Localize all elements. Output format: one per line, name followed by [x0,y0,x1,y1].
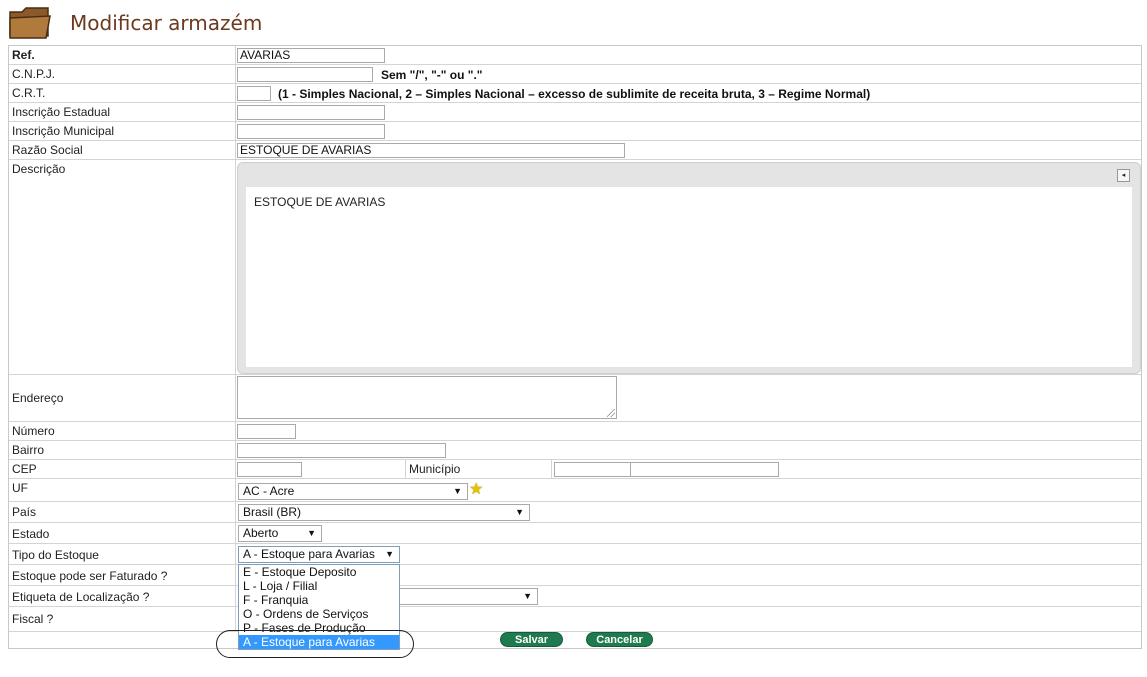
row-faturado: Estoque pode ser Faturado ? [9,565,1141,586]
selection-highlight-outline [216,630,414,658]
row-bairro: Bairro [9,441,1141,460]
chevron-down-icon: ▼ [523,591,532,601]
tipo-estoque-option[interactable]: O - Ordens de Serviços [239,607,399,621]
descricao-label: Descrição [12,162,66,176]
endereco-textarea[interactable] [237,376,617,419]
row-crt: C.R.T. (1 - Simples Nacional, 2 – Simple… [9,84,1141,103]
row-razao-social: Razão Social ESTOQUE DE AVARIAS [9,141,1141,160]
estado-selected: Aberto [243,526,279,540]
page-title: Modificar armazém [70,11,263,35]
inscricao-municipal-label: Inscrição Municipal [12,124,115,138]
cnpj-label: C.N.P.J. [12,67,56,81]
row-estado: Estado Aberto ▼ [9,523,1141,544]
row-tipo-estoque: Tipo do Estoque A - Estoque para Avarias… [9,544,1141,565]
uf-selected: AC - Acre [243,484,295,498]
tipo-estoque-option[interactable]: L - Loja / Filial [239,579,399,593]
bairro-label: Bairro [12,443,45,457]
page-header: Modificar armazém [6,4,606,42]
uf-select[interactable]: AC - Acre ▼ [238,483,468,500]
municipio-code-input[interactable] [554,462,631,477]
faturado-label: Estoque pode ser Faturado ? [12,569,168,583]
razao-social-label: Razão Social [12,143,83,157]
row-uf: UF AC - Acre ▼ [9,479,1141,502]
cep-divider [405,460,406,479]
row-etiqueta: Etiqueta de Localização ? ▼ [9,586,1141,607]
cep-input[interactable] [237,462,302,477]
cancel-button[interactable]: Cancelar [586,632,653,647]
warehouse-form: Ref. AVARIAS C.N.P.J. Sem "/", "-" ou ".… [8,45,1142,650]
numero-label: Número [12,424,55,438]
row-cnpj: C.N.P.J. Sem "/", "-" ou "." [9,65,1141,84]
collapse-toolbar-icon[interactable]: ◂ [1117,169,1130,182]
pais-selected: Brasil (BR) [243,505,302,519]
chevron-down-icon: ▼ [515,507,524,517]
cnpj-hint: Sem "/", "-" ou "." [381,68,483,82]
descricao-editor: ◂ ESTOQUE DE AVARIAS [237,162,1141,374]
fiscal-label: Fiscal ? [12,612,54,626]
inscricao-municipal-input[interactable] [237,124,385,139]
razao-social-input[interactable]: ESTOQUE DE AVARIAS [237,143,625,158]
uf-label: UF [12,481,28,495]
bairro-input[interactable] [237,443,446,458]
estado-select[interactable]: Aberto ▼ [238,525,322,542]
tipo-estoque-selected: A - Estoque para Avarias [243,547,375,561]
inscricao-estadual-label: Inscrição Estadual [12,105,111,119]
ref-label: Ref. [12,48,35,62]
crt-label: C.R.T. [12,86,46,100]
pais-select[interactable]: Brasil (BR) ▼ [238,504,530,521]
cep-label: CEP [12,462,37,476]
crt-input[interactable] [237,86,271,101]
descricao-text: ESTOQUE DE AVARIAS [254,195,386,209]
crt-hint: (1 - Simples Nacional, 2 – Simples Nacio… [278,87,871,101]
star-icon[interactable]: ★ [469,482,483,498]
row-cep: CEP Município [9,460,1141,479]
municipio-label: Município [409,462,461,476]
ref-input[interactable]: AVARIAS [237,48,385,63]
inscricao-estadual-input[interactable] [237,105,385,120]
tipo-estoque-option[interactable]: E - Estoque Deposito [239,565,399,579]
resize-grip-icon[interactable] [607,409,615,417]
row-inscricao-municipal: Inscrição Municipal [9,122,1141,141]
tipo-estoque-option[interactable]: F - Franquia [239,593,399,607]
tipo-estoque-label: Tipo do Estoque [12,548,99,562]
pais-label: País [12,505,37,519]
row-ref: Ref. AVARIAS [9,46,1141,65]
chevron-down-icon: ▼ [385,549,394,559]
numero-input[interactable] [237,424,296,439]
municipio-name-input[interactable] [630,462,779,477]
row-pais: País Brasil (BR) ▼ [9,502,1141,523]
endereco-label: Endereço [12,391,64,405]
row-numero: Número [9,422,1141,441]
row-inscricao-estadual: Inscrição Estadual [9,103,1141,122]
municipio-divider [551,460,552,479]
row-fiscal: Fiscal ? [9,607,1141,632]
cnpj-input[interactable] [237,67,373,82]
etiqueta-label: Etiqueta de Localização ? [12,590,150,604]
descricao-editor-area[interactable]: ESTOQUE DE AVARIAS [246,187,1132,367]
save-button[interactable]: Salvar [500,632,563,647]
chevron-down-icon: ▼ [453,486,462,496]
folder-icon [9,7,51,39]
tipo-estoque-select[interactable]: A - Estoque para Avarias ▼ [238,546,400,563]
chevron-down-icon: ▼ [307,528,316,538]
estado-label: Estado [12,527,50,541]
